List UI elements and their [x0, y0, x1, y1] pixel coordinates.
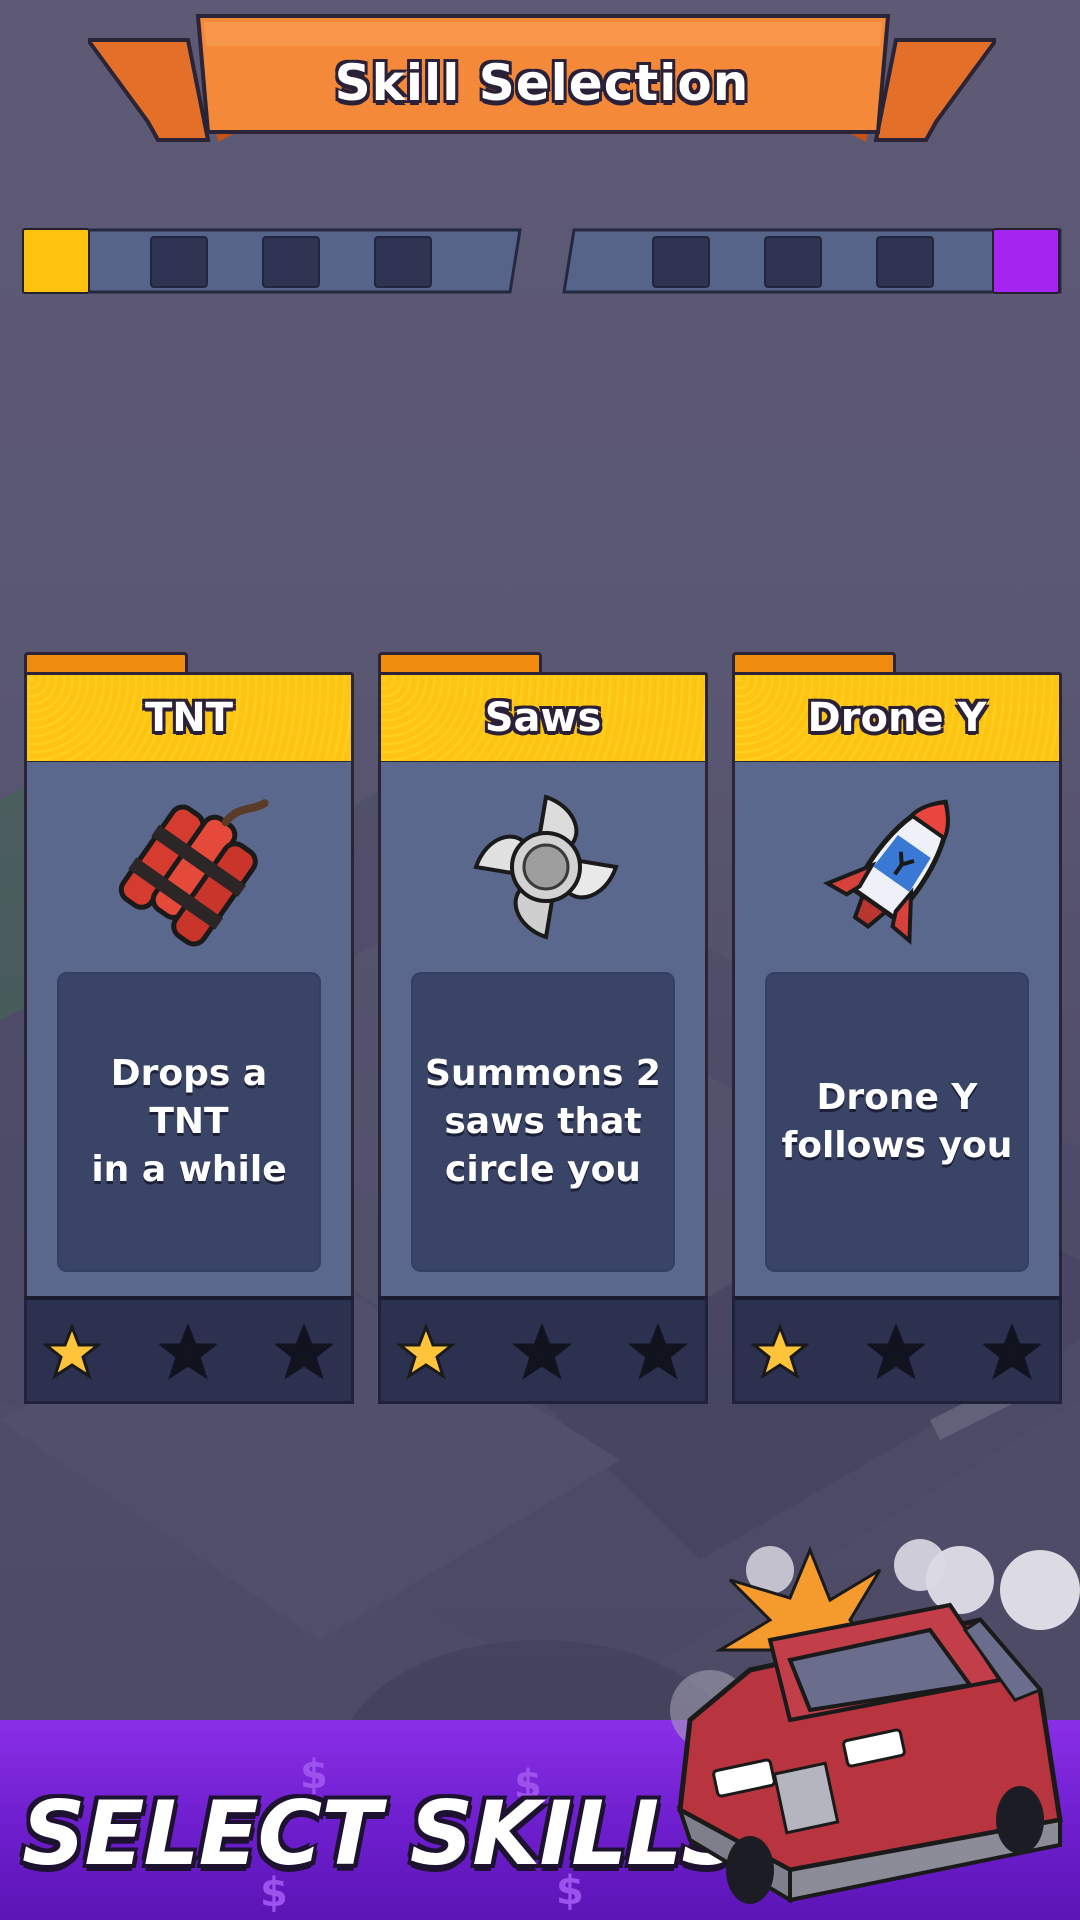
- card-header: Drone Y: [732, 672, 1062, 764]
- skill-description: Summons 2 saws that circle you: [425, 1053, 661, 1190]
- star-rating: [732, 1296, 1062, 1404]
- title-banner: Skill Selection: [88, 12, 996, 152]
- skill-description-box: Summons 2 saws that circle you: [411, 972, 675, 1272]
- card-body: Drone Y follows you: [732, 762, 1062, 1300]
- star-empty-icon: [159, 1324, 217, 1380]
- star-empty-icon: [275, 1324, 333, 1380]
- skill-card-saws[interactable]: Saws Summons 2 saws that circle you: [378, 652, 708, 1404]
- progress-slot: [374, 236, 432, 288]
- star-empty-icon: [983, 1324, 1041, 1380]
- star-empty-icon: [867, 1324, 925, 1380]
- progress-start-slot: [22, 228, 90, 294]
- saw-blade-icon: [473, 794, 619, 940]
- star-rating: [24, 1296, 354, 1404]
- star-empty-icon: [513, 1324, 571, 1380]
- page-title: Skill Selection: [334, 54, 750, 112]
- red-car-illustration: [670, 1539, 1080, 1904]
- skill-name: TNT: [144, 695, 234, 741]
- progress-slot: [262, 236, 320, 288]
- skill-description: Drops a TNT in a while: [91, 1053, 287, 1190]
- skill-description-box: Drops a TNT in a while: [57, 972, 321, 1272]
- skill-card-drone-y[interactable]: Drone Y Drone Y follows you: [732, 652, 1062, 1404]
- skill-card-tnt[interactable]: TNT Drops a TNT in a while: [24, 652, 354, 1404]
- card-body: Drops a TNT in a while: [24, 762, 354, 1300]
- progress-end-slot: [992, 228, 1060, 294]
- skill-name: Drone Y: [807, 695, 987, 741]
- star-filled-icon: [43, 1324, 101, 1380]
- card-body: Summons 2 saws that circle you: [378, 762, 708, 1300]
- dynamite-icon: [118, 799, 269, 947]
- skill-description: Drone Y follows you: [781, 1077, 1013, 1166]
- progress-slot: [150, 236, 208, 288]
- star-filled-icon: [751, 1324, 809, 1380]
- progress-bar-left: [22, 226, 522, 296]
- star-rating: [378, 1296, 708, 1404]
- skill-description-box: Drone Y follows you: [765, 972, 1029, 1272]
- star-empty-icon: [629, 1324, 687, 1380]
- progress-slot: [876, 236, 934, 288]
- skill-name: Saws: [484, 695, 602, 741]
- card-header: TNT: [24, 672, 354, 764]
- card-header: Saws: [378, 672, 708, 764]
- progress-bar-right: [562, 226, 1062, 296]
- rocket-icon: [822, 799, 950, 945]
- progress-slot: [764, 236, 822, 288]
- star-filled-icon: [397, 1324, 455, 1380]
- progress-slot: [652, 236, 710, 288]
